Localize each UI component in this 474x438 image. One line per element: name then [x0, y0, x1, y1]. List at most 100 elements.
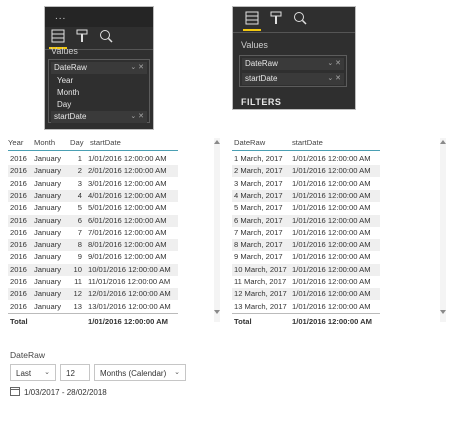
table-row: 2016 January 10 10/01/2016 12:00:00 AM	[8, 263, 178, 276]
table-cell: 4/01/2016 12:00:00 AM	[88, 190, 167, 200]
table-cell: 2016	[10, 215, 27, 225]
field-dropdown-close-icon[interactable]: ⌄ ✕	[327, 73, 341, 85]
values-well[interactable]: DateRaw ⌄ ✕ Year Month Day startDate ⌄ ✕	[48, 59, 150, 123]
table-cell: 1/01/2016 12:00:00 AM	[292, 166, 371, 176]
analytics-magnifier-icon[interactable]	[291, 9, 309, 27]
scroll-down-icon[interactable]	[440, 310, 446, 314]
table-cell: 2016	[10, 277, 27, 286]
format-paint-roller-icon[interactable]	[73, 27, 91, 45]
fields-pane-right: Values DateRaw ⌄ ✕ startDate ⌄ ✕ FILTERS	[232, 6, 356, 110]
field-dateraw[interactable]: DateRaw ⌄ ✕	[242, 58, 344, 70]
column-header-year[interactable]: Year	[8, 138, 23, 147]
table-cell: 4	[77, 190, 82, 200]
table-cell: 7	[77, 227, 82, 237]
scroll-up-icon[interactable]	[440, 140, 446, 144]
table-cell: 5 March, 2017	[234, 203, 283, 213]
pane-header: ...	[45, 7, 153, 27]
table-row: 2016 January 11 11/01/2016 12:00:00 AM	[8, 276, 178, 288]
relative-unit-dropdown[interactable]: Months (Calendar) ⌄	[94, 364, 186, 381]
header-rule	[232, 150, 380, 151]
table-row: 8 March, 2017 1/01/2016 12:00:00 AM	[232, 239, 380, 252]
table-cell: 6 March, 2017	[234, 215, 283, 225]
table-cell: January	[34, 277, 62, 286]
table-cell: 2 March, 2017	[234, 166, 283, 176]
column-header-startdate[interactable]: startDate	[292, 138, 323, 147]
table-row: 2016 January 13 13/01/2016 12:00:00 AM	[8, 301, 178, 313]
values-label: Values	[51, 46, 78, 56]
table-cell: 2016	[10, 178, 27, 188]
field-label: startDate	[245, 74, 278, 83]
table-cell: 13/01/2016 12:00:00 AM	[88, 301, 171, 311]
field-dropdown-close-icon[interactable]: ⌄ ✕	[327, 58, 341, 70]
table-row: 2016 January 1 1/01/2016 12:00:00 AM	[8, 153, 178, 165]
field-dropdown-close-icon[interactable]: ⌄ ✕	[130, 62, 144, 74]
fields-icon[interactable]	[49, 27, 67, 45]
scroll-down-icon[interactable]	[214, 310, 220, 314]
field-dateraw[interactable]: DateRaw ⌄ ✕	[51, 62, 147, 74]
table-cell: 2016	[10, 252, 27, 262]
field-label: DateRaw	[54, 63, 87, 72]
table-cell: 11 March, 2017	[234, 277, 287, 286]
relative-count-input[interactable]: 12	[60, 364, 90, 381]
relative-mode-value: Last	[16, 369, 32, 378]
table-cell: 2016	[10, 301, 27, 311]
table-row: 6 March, 2017 1/01/2016 12:00:00 AM	[232, 214, 380, 227]
header-rule	[8, 150, 178, 151]
field-dropdown-close-icon[interactable]: ⌄ ✕	[130, 111, 144, 123]
table-right: DateRaw startDate 1 March, 2017 1/01/2016…	[232, 136, 384, 332]
table-cell: 1/01/2016 12:00:00 AM	[292, 190, 371, 200]
table-row: 1 March, 2017 1/01/2016 12:00:00 AM	[232, 153, 380, 165]
fields-icon[interactable]	[243, 9, 261, 27]
relative-unit-value: Months (Calendar)	[100, 369, 167, 378]
field-startdate[interactable]: startDate ⌄ ✕	[242, 73, 344, 85]
scrollbar-right[interactable]	[440, 138, 446, 322]
total-rule	[8, 313, 178, 314]
table-cell: January	[34, 264, 62, 274]
table-cell: 1/01/2016 12:00:00 AM	[292, 301, 371, 311]
scrollbar-left-of-right-table[interactable]	[214, 138, 220, 322]
field-startdate[interactable]: startDate ⌄ ✕	[51, 111, 147, 123]
table-cell: January	[34, 154, 62, 163]
table-row: 2016 January 3 3/01/2016 12:00:00 AM	[8, 178, 178, 190]
scroll-up-icon[interactable]	[214, 140, 220, 144]
table-cell: 9/01/2016 12:00:00 AM	[88, 252, 167, 262]
active-tab-indicator	[243, 29, 261, 31]
table-cell: 12	[73, 289, 82, 299]
table-cell: 3 March, 2017	[234, 178, 283, 188]
table-cell: 2016	[10, 289, 27, 299]
table-cell: 5	[77, 203, 82, 213]
table-cell: 2016	[10, 190, 27, 200]
values-well[interactable]: DateRaw ⌄ ✕ startDate ⌄ ✕	[239, 55, 347, 87]
analytics-magnifier-icon[interactable]	[97, 27, 115, 45]
table-cell: January	[34, 301, 62, 311]
table-row: 2016 January 5 5/01/2016 12:00:00 AM	[8, 202, 178, 214]
table-row: 2016 January 12 12/01/2016 12:00:00 AM	[8, 288, 178, 301]
chevron-down-icon: ⌄	[174, 369, 180, 376]
format-paint-roller-icon[interactable]	[267, 9, 285, 27]
table-cell: 1/01/2016 12:00:00 AM	[292, 227, 371, 237]
date-range-text: 1/03/2017 - 28/02/2018	[24, 387, 107, 397]
hierarchy-month[interactable]: Month	[57, 88, 79, 97]
table-cell: 1/01/2016 12:00:00 AM	[88, 154, 167, 163]
column-header-dateraw[interactable]: DateRaw	[234, 138, 265, 147]
table-row: 2016 January 2 2/01/2016 12:00:00 AM	[8, 165, 178, 178]
filters-heading: FILTERS	[241, 97, 282, 107]
table-cell: 2016	[10, 240, 27, 250]
table-cell: 13	[73, 301, 82, 311]
hierarchy-day[interactable]: Day	[57, 100, 71, 109]
table-left: Year Month Day startDate 2016 January 1 1/0…	[8, 136, 180, 332]
table-cell: January	[34, 227, 62, 237]
relative-mode-dropdown[interactable]: Last ⌄	[10, 364, 56, 381]
table-cell: 1/01/2016 12:00:00 AM	[292, 264, 371, 274]
table-cell: January	[34, 240, 62, 250]
column-header-startdate[interactable]: startDate	[90, 138, 121, 147]
column-header-day[interactable]: Day	[70, 138, 84, 147]
table-cell: 1/01/2016 12:00:00 AM	[292, 203, 371, 213]
hierarchy-year[interactable]: Year	[57, 76, 73, 85]
table-cell: 1	[77, 154, 82, 163]
table-cell: 8 March, 2017	[234, 240, 283, 250]
more-options-icon[interactable]: ...	[55, 11, 66, 22]
column-header-month[interactable]: Month	[34, 138, 55, 147]
table-cell: 1/01/2016 12:00:00 AM	[292, 252, 371, 262]
table-row: 12 March, 2017 1/01/2016 12:00:00 AM	[232, 288, 380, 301]
